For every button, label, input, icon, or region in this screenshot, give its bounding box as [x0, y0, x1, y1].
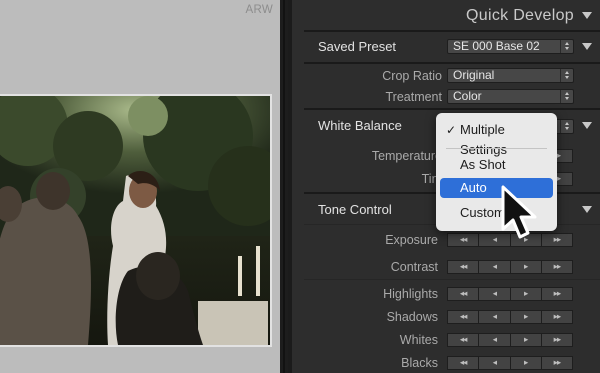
blacks-decrease-large-button[interactable]: ◂◂ — [447, 356, 479, 370]
highlights-buttons[interactable]: ◂◂ ◂ ▸ ▸▸ — [447, 287, 573, 301]
menu-item-label: Auto — [460, 180, 487, 195]
exposure-label: Exposure — [385, 233, 438, 247]
contrast-increase-button[interactable]: ▸ — [509, 260, 541, 274]
blacks-increase-large-button[interactable]: ▸▸ — [540, 356, 573, 370]
whites-increase-large-button[interactable]: ▸▸ — [540, 333, 573, 347]
blacks-increase-button[interactable]: ▸ — [509, 356, 541, 370]
file-type-label: ARW — [245, 4, 273, 16]
white-balance-disclosure-icon[interactable] — [582, 122, 592, 129]
menu-item-multiple-settings[interactable]: ✓ Multiple Settings — [440, 120, 553, 157]
shadows-increase-large-button[interactable]: ▸▸ — [540, 310, 573, 324]
photo-thumbnail[interactable] — [0, 94, 272, 347]
crop-ratio-value: Original — [453, 68, 495, 82]
highlights-increase-button[interactable]: ▸ — [509, 287, 541, 301]
tone-control-disclosure-icon[interactable] — [582, 206, 592, 213]
contrast-label: Contrast — [390, 260, 438, 274]
contrast-decrease-large-button[interactable]: ◂◂ — [447, 260, 479, 274]
separator — [304, 30, 600, 32]
highlights-increase-large-button[interactable]: ▸▸ — [540, 287, 573, 301]
contrast-decrease-button[interactable]: ◂ — [478, 260, 510, 274]
highlights-decrease-large-button[interactable]: ◂◂ — [447, 287, 479, 301]
saved-preset-value: SE 000 Base 02 — [453, 39, 540, 53]
white-balance-label: White Balance — [318, 118, 402, 133]
separator — [304, 108, 600, 110]
treatment-select[interactable]: Color — [447, 89, 574, 104]
whites-buttons[interactable]: ◂◂ ◂ ▸ ▸▸ — [447, 333, 573, 347]
blacks-decrease-button[interactable]: ◂ — [478, 356, 510, 370]
contrast-buttons[interactable]: ◂◂ ◂ ▸ ▸▸ — [447, 260, 573, 274]
blacks-buttons[interactable]: ◂◂ ◂ ▸ ▸▸ — [447, 356, 573, 370]
saved-preset-label: Saved Preset — [318, 39, 397, 54]
wedding-photo-image — [0, 96, 270, 345]
crop-ratio-select[interactable]: Original — [447, 68, 574, 83]
whites-increase-button[interactable]: ▸ — [509, 333, 541, 347]
shadows-decrease-large-button[interactable]: ◂◂ — [447, 310, 479, 324]
shadows-decrease-button[interactable]: ◂ — [478, 310, 510, 324]
treatment-value: Color — [453, 89, 482, 103]
blacks-label: Blacks — [401, 356, 438, 370]
tint-label: Tint — [421, 172, 442, 186]
whites-decrease-large-button[interactable]: ◂◂ — [447, 333, 479, 347]
menu-item-label: As Shot — [460, 157, 506, 172]
photo-viewer: ARW — [0, 0, 280, 373]
shadows-increase-button[interactable]: ▸ — [509, 310, 541, 324]
whites-decrease-button[interactable]: ◂ — [478, 333, 510, 347]
contrast-increase-large-button[interactable]: ▸▸ — [540, 260, 573, 274]
panel-title: Quick Develop — [466, 7, 574, 24]
select-stepper-icon — [560, 40, 573, 53]
temperature-label: Temperature — [371, 149, 442, 163]
highlights-decrease-button[interactable]: ◂ — [478, 287, 510, 301]
shadows-label: Shadows — [386, 310, 438, 324]
treatment-label: Treatment — [385, 90, 442, 104]
panel-divider-line — [283, 0, 285, 373]
separator — [304, 62, 600, 64]
collapse-triangle-icon[interactable] — [582, 12, 592, 19]
crop-ratio-label: Crop Ratio — [382, 69, 442, 83]
shadows-buttons[interactable]: ◂◂ ◂ ▸ ▸▸ — [447, 310, 573, 324]
tone-control-label: Tone Control — [318, 202, 392, 217]
saved-preset-disclosure-icon[interactable] — [582, 43, 592, 50]
exposure-decrease-large-button[interactable]: ◂◂ — [447, 233, 479, 247]
saved-preset-select[interactable]: SE 000 Base 02 — [447, 39, 574, 54]
checkmark-icon: ✓ — [446, 123, 457, 137]
highlights-label: Highlights — [383, 287, 438, 301]
select-stepper-icon — [560, 120, 573, 133]
mouse-pointer-icon — [501, 185, 537, 239]
menu-item-label: Custom — [460, 205, 505, 220]
menu-separator — [446, 148, 547, 149]
quick-develop-header[interactable]: Quick Develop — [292, 0, 600, 30]
menu-item-as-shot[interactable]: As Shot — [440, 155, 553, 175]
select-stepper-icon — [560, 69, 573, 82]
menu-item-label: Multiple Settings — [460, 122, 507, 157]
select-stepper-icon — [560, 90, 573, 103]
separator — [304, 279, 600, 280]
exposure-increase-large-button[interactable]: ▸▸ — [540, 233, 573, 247]
whites-label: Whites — [399, 333, 438, 347]
